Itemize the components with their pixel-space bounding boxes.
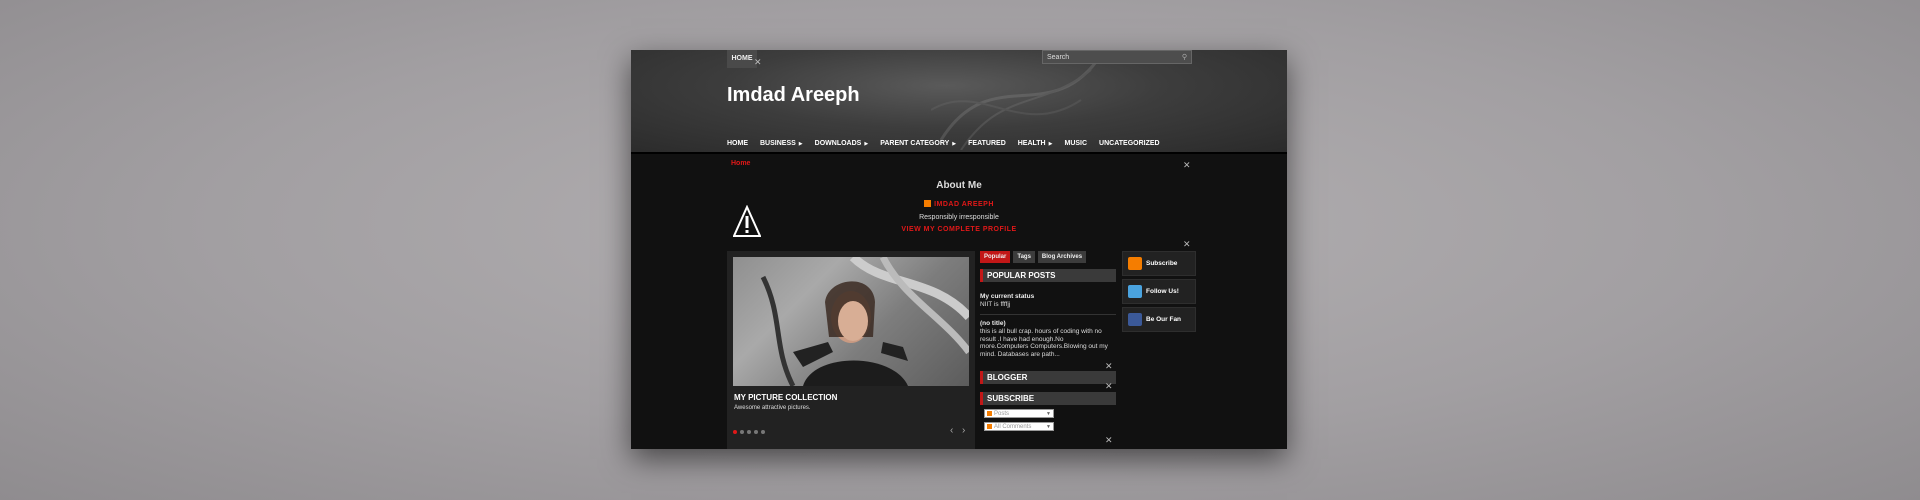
- subscribe-heading: SUBSCRIBE: [980, 392, 1116, 405]
- edit-tools-icon[interactable]: ✕: [754, 57, 764, 67]
- twitter-icon: [1128, 285, 1142, 298]
- tab-blog-archives[interactable]: Blog Archives: [1037, 251, 1087, 263]
- slide-illustration: [760, 257, 969, 386]
- feed-icon: [987, 411, 992, 416]
- submenu-arrow-icon: ▶: [798, 141, 803, 147]
- slide-dot[interactable]: [740, 430, 744, 434]
- slide-dot[interactable]: [754, 430, 758, 434]
- slide-next-icon[interactable]: ›: [962, 425, 965, 436]
- nav-item-business[interactable]: BUSINESS ▶: [760, 138, 803, 150]
- slide-dot[interactable]: [733, 430, 737, 434]
- post-snippet: this is all bull crap. hours of coding w…: [980, 328, 1108, 358]
- edit-tools-icon[interactable]: ✕: [1105, 435, 1115, 445]
- post-title[interactable]: (no title): [980, 320, 1006, 327]
- search-input[interactable]: Search ⚲: [1042, 50, 1192, 64]
- follow-twitter-button[interactable]: Follow Us!: [1122, 279, 1196, 304]
- rss-icon: [1128, 257, 1142, 270]
- profile-tagline: Responsibly irresponsible: [919, 214, 999, 221]
- nav-item-uncategorized[interactable]: UNCATEGORIZED: [1099, 138, 1160, 150]
- tab-tags[interactable]: Tags: [1013, 251, 1035, 263]
- post-title[interactable]: My current status: [980, 293, 1034, 300]
- sidebar-tabs: Popular Tags Blog Archives: [980, 251, 1087, 263]
- slide-image[interactable]: [733, 257, 969, 386]
- social-label: Be Our Fan: [1146, 316, 1182, 323]
- post-divider: [980, 314, 1116, 315]
- blogger-icon: [924, 200, 932, 207]
- tab-popular[interactable]: Popular: [980, 251, 1011, 263]
- blog-page: HOME ✕ Search ⚲ Imdad Areeph HOME BUSINE…: [631, 50, 1287, 449]
- submenu-arrow-icon: ▶: [1048, 141, 1053, 147]
- slide-pagination: [733, 430, 765, 434]
- slide-description: Awesome attractive pictures.: [734, 405, 811, 411]
- submenu-arrow-icon: ▶: [952, 141, 957, 147]
- edit-tools-icon[interactable]: ✕: [1183, 160, 1193, 170]
- top-nav-home-link[interactable]: HOME: [727, 50, 757, 68]
- about-title: About Me: [936, 180, 982, 191]
- chevron-down-icon: ▼: [1046, 424, 1051, 430]
- nav-item-home[interactable]: HOME: [727, 138, 748, 150]
- chevron-down-icon: ▼: [1046, 411, 1051, 417]
- slide-prev-icon[interactable]: ‹: [950, 425, 953, 436]
- social-label: Subscribe: [1146, 260, 1178, 267]
- blogger-heading: BLOGGER: [980, 371, 1116, 384]
- popular-posts-heading: POPULAR POSTS: [980, 269, 1116, 282]
- feed-icon: [987, 424, 992, 429]
- main-nav: HOME BUSINESS ▶ DOWNLOADS ▶ PARENT CATEGOR…: [727, 138, 1172, 150]
- nav-item-health[interactable]: HEALTH ▶: [1018, 138, 1053, 150]
- nav-item-downloads[interactable]: DOWNLOADS ▶: [815, 138, 869, 150]
- featured-slider: MY PICTURE COLLECTION Awesome attractive…: [727, 251, 975, 449]
- social-label: Follow Us!: [1146, 288, 1179, 295]
- site-header: HOME ✕ Search ⚲ Imdad Areeph HOME BUSINE…: [631, 50, 1287, 154]
- warning-icon: [733, 205, 761, 237]
- facebook-fan-button[interactable]: Be Our Fan: [1122, 307, 1196, 332]
- header-decoration: [931, 54, 1103, 150]
- site-title[interactable]: Imdad Areeph: [727, 84, 860, 107]
- profile-name-link[interactable]: IMDAD AREEPH: [631, 200, 1287, 208]
- nav-item-music[interactable]: MUSIC: [1064, 138, 1087, 150]
- edit-tools-icon[interactable]: ✕: [1105, 361, 1115, 371]
- slide-dot[interactable]: [747, 430, 751, 434]
- edit-tools-icon[interactable]: ✕: [1105, 381, 1115, 391]
- view-profile-link[interactable]: VIEW MY COMPLETE PROFILE: [631, 226, 1287, 233]
- post-snippet: NIIT is ffffjj: [980, 301, 1011, 308]
- subscribe-comments-dropdown[interactable]: All Comments ▼: [984, 422, 1054, 431]
- breadcrumb[interactable]: Home: [731, 160, 750, 167]
- search-placeholder: Search: [1047, 54, 1070, 61]
- edit-tools-icon[interactable]: ✕: [1183, 239, 1193, 249]
- search-icon[interactable]: ⚲: [1182, 51, 1187, 65]
- subscribe-posts-dropdown[interactable]: Posts ▼: [984, 409, 1054, 418]
- dropdown-label: All Comments: [994, 424, 1032, 430]
- nav-item-parent-category[interactable]: PARENT CATEGORY ▶: [880, 138, 956, 150]
- dropdown-label: Posts: [994, 411, 1010, 417]
- slide-dot[interactable]: [761, 430, 765, 434]
- facebook-icon: [1128, 313, 1142, 326]
- submenu-arrow-icon: ▶: [864, 141, 869, 147]
- nav-item-featured[interactable]: FEATURED: [968, 138, 1006, 150]
- subscribe-rss-button[interactable]: Subscribe: [1122, 251, 1196, 276]
- slide-title[interactable]: MY PICTURE COLLECTION: [734, 393, 837, 402]
